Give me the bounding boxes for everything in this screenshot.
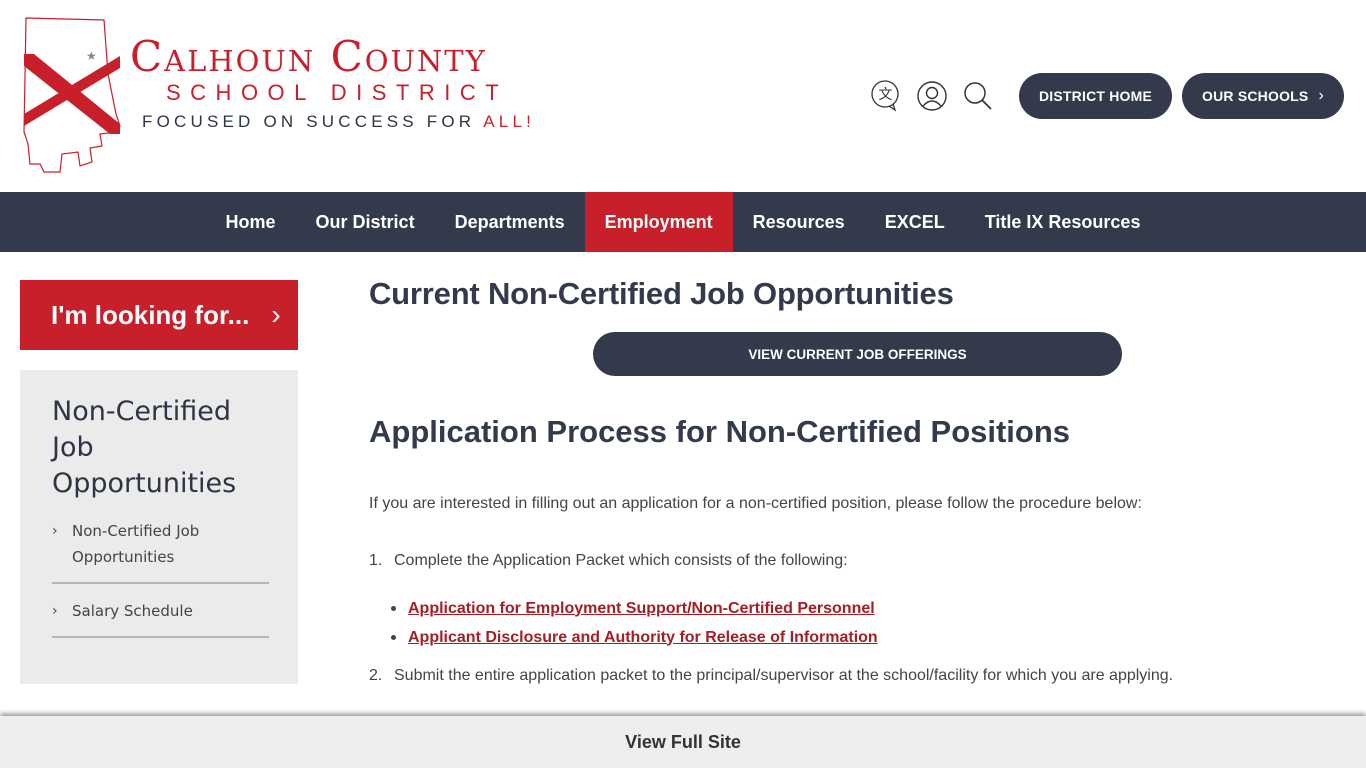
district-home-label: DISTRICT HOME — [1038, 88, 1153, 104]
chevron-right-icon: › — [271, 299, 281, 330]
chevron-right-icon: › — [52, 523, 58, 539]
view-current-job-offerings-button[interactable]: VIEW CURRENT JOB OFFERINGS — [593, 332, 1122, 376]
site-header: ★ Calhoun County SCHOOL DISTRICT FOCUSED… — [0, 0, 1366, 192]
user-icon[interactable] — [917, 81, 947, 111]
sidebar-item-label: Salary Schedule — [72, 602, 193, 620]
view-full-site-link[interactable]: View Full Site — [625, 732, 741, 753]
step-2: 2. Submit the entire application packet t… — [369, 667, 1173, 685]
nav-item-employment[interactable]: Employment — [584, 192, 733, 252]
application-for-employment-link[interactable]: Application for Employment Support/Non-C… — [408, 600, 875, 618]
nav-item-our-district[interactable]: Our District — [296, 192, 435, 252]
section-nav-list: › Non-Certified Job Opportunities › Sala… — [52, 518, 269, 638]
tagline-accent: ALL! — [483, 112, 536, 131]
logo-subtitle: SCHOOL DISTRICT — [166, 80, 509, 105]
looking-for-label: I'm looking for... — [51, 299, 250, 330]
nav-item-excel[interactable]: EXCEL — [865, 192, 965, 252]
logo-title: Calhoun County — [130, 32, 487, 81]
intro-text: If you are interested in filling out an … — [369, 495, 1142, 512]
looking-for-button[interactable]: I'm looking for... › — [20, 280, 298, 350]
application-packet-list: Application for Employment Support/Non-C… — [391, 594, 878, 652]
step-text: Submit the entire application packet to … — [394, 667, 1174, 684]
sidebar-item-non-certified-job-opportunities[interactable]: › Non-Certified Job Opportunities — [52, 518, 269, 584]
step-number: 1. — [369, 552, 383, 569]
view-full-site-bar[interactable]: View Full Site — [0, 716, 1366, 768]
bullet-icon — [391, 606, 396, 611]
main-content: Current Non-Certified Job Opportunities … — [369, 276, 1269, 684]
district-home-button[interactable]: DISTRICT HOME — [1018, 73, 1173, 119]
utility-bar: 文 DISTRICT HOME OUR SCHOOLS › — [871, 73, 1344, 119]
search-icon[interactable] — [963, 81, 993, 111]
chevron-right-icon: › — [1318, 87, 1324, 104]
section-nav-title: Non-Certified Job Opportunities — [52, 396, 237, 499]
section-heading: Application Process for Non-Certified Po… — [369, 414, 1071, 449]
sidebar: I'm looking for... › Non-Certified Job O… — [20, 280, 298, 684]
nav-item-departments[interactable]: Departments — [435, 192, 585, 252]
step-1: 1. Complete the Application Packet which … — [369, 552, 848, 570]
nav-item-title-ix-resources[interactable]: Title IX Resources — [965, 192, 1161, 252]
section-nav-panel: Non-Certified Job Opportunities › Non-Ce… — [20, 370, 298, 684]
applicant-disclosure-link[interactable]: Applicant Disclosure and Authority for R… — [408, 629, 878, 647]
page-title: Current Non-Certified Job Opportunities — [369, 276, 954, 311]
main-nav: Home Our District Departments Employment… — [0, 192, 1366, 252]
alabama-flag-map-icon: ★ — [23, 17, 121, 173]
step-text: Complete the Application Packet which co… — [394, 552, 848, 569]
list-item: Application for Employment Support/Non-C… — [391, 594, 878, 623]
step-number: 2. — [369, 667, 383, 684]
logo-tagline: FOCUSED ON SUCCESS FOR ALL! — [142, 112, 535, 132]
our-schools-button[interactable]: OUR SCHOOLS › — [1182, 73, 1344, 119]
sidebar-item-label: Non-Certified Job Opportunities — [72, 522, 200, 566]
nav-item-home[interactable]: Home — [206, 192, 296, 252]
our-schools-label: OUR SCHOOLS — [1202, 88, 1309, 104]
list-item: Applicant Disclosure and Authority for R… — [391, 623, 878, 652]
svg-text:★: ★ — [86, 49, 97, 63]
svg-text:文: 文 — [878, 87, 892, 103]
sidebar-item-salary-schedule[interactable]: › Salary Schedule — [52, 598, 269, 638]
nav-item-resources[interactable]: Resources — [733, 192, 865, 252]
bullet-icon — [391, 635, 396, 640]
chevron-right-icon: › — [52, 603, 58, 619]
district-logo[interactable]: ★ Calhoun County SCHOOL DISTRICT FOCUSED… — [20, 14, 550, 179]
translate-icon[interactable]: 文 — [871, 80, 901, 112]
tagline-text: FOCUSED ON SUCCESS FOR — [142, 112, 484, 131]
